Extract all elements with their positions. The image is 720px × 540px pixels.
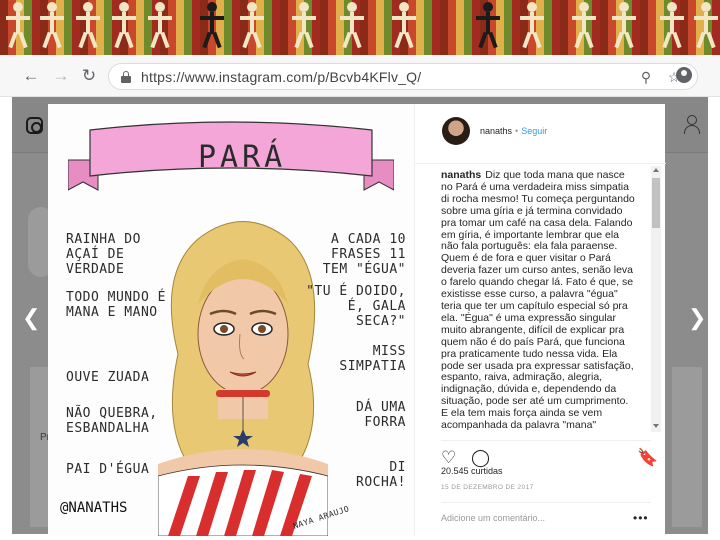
arrow-right-icon[interactable]: →	[52, 67, 70, 85]
comment-input[interactable]	[441, 513, 621, 523]
decorative-banner	[0, 0, 720, 55]
scroll-down-icon[interactable]	[653, 424, 659, 428]
caption-scrollbar[interactable]	[651, 166, 661, 432]
figure-icon	[200, 2, 224, 50]
background-thumbnail	[672, 367, 702, 527]
browser-toolbar: ← → ↻ https://www.instagram.com/p/Bcvb4K…	[0, 55, 720, 97]
phrase-right-5: DI ROCHA!	[356, 460, 406, 490]
figure-icon	[76, 2, 100, 50]
arrow-left-icon[interactable]: ←	[22, 67, 40, 85]
caption-area[interactable]: nanaths Diz que toda mana que nasce no Pa…	[441, 170, 637, 432]
caption: nanaths Diz que toda mana que nasce no Pa…	[441, 170, 637, 432]
post-sidebar: nanaths • Seguir nanaths Diz que toda mana …	[414, 104, 666, 536]
caption-text: Diz que toda mana que nasce no Pará é um…	[441, 170, 635, 432]
figure-icon	[112, 2, 136, 50]
post-header: nanaths • Seguir	[415, 104, 666, 164]
figure-icon	[292, 2, 316, 50]
figure-icon	[148, 2, 172, 50]
phrase-right-1: A CADA 10 FRASES 11 TEM "ÉGUA"	[322, 232, 406, 277]
phrase-right-4: DÁ UMA FORRA	[356, 400, 406, 430]
phrase-right-2: "TU É DOIDO, É, GALA SECA?"	[306, 284, 406, 329]
post-date: 15 DE DEZEMBRO DE 2017	[441, 484, 534, 491]
phrase-left-4: NÃO QUEBRA, ESBANDALHA	[66, 406, 158, 436]
reload-icon[interactable]: ↻	[80, 67, 98, 85]
instagram-logo-icon[interactable]	[26, 117, 43, 134]
prev-post-icon[interactable]: ❮	[22, 305, 40, 331]
figure-icon	[40, 2, 64, 50]
next-post-icon[interactable]: ❯	[688, 305, 706, 331]
phrase-right-3: MISS SIMPATIA	[339, 344, 406, 374]
phrase-left-1: RAINHA DO AÇAÍ DE VERDADE	[66, 232, 141, 277]
post-image[interactable]: PARÁ RAINHA DO AÇAÍ DE VERDADE TODO MUND…	[48, 104, 414, 536]
figure-icon	[694, 2, 718, 50]
comment-box: •••	[441, 502, 651, 532]
figure-icon	[612, 2, 636, 50]
illustration-title: PARÁ	[198, 140, 287, 175]
post-modal: PARÁ RAINHA DO AÇAÍ DE VERDADE TODO MUND…	[48, 104, 666, 536]
follow-button[interactable]: Seguir	[521, 126, 547, 136]
phrase-left-3: OUVE ZUADA	[66, 370, 150, 385]
likes-count[interactable]: 20.545 curtidas	[441, 466, 503, 476]
user-icon[interactable]	[684, 115, 700, 135]
scroll-up-icon[interactable]	[653, 168, 659, 172]
zoom-icon[interactable]: ⚲	[637, 68, 655, 86]
figure-icon	[392, 2, 416, 50]
lock-icon	[121, 71, 131, 83]
figure-icon	[572, 2, 596, 50]
owner-username[interactable]: nanaths	[480, 126, 512, 136]
figure-icon	[6, 2, 30, 50]
comment-icon[interactable]: ◯	[471, 449, 490, 467]
artist-signature: @NANATHS	[60, 500, 128, 516]
figure-icon	[520, 2, 544, 50]
bookmark-icon[interactable]: 🔖	[637, 449, 658, 467]
url-text[interactable]: https://www.instagram.com/p/Bcvb4KFlv_Q/	[141, 69, 421, 85]
figure-icon	[240, 2, 264, 50]
post-actions: ♡ ◯ 🔖	[441, 440, 658, 467]
heart-icon[interactable]: ♡	[441, 449, 456, 467]
caption-username[interactable]: nanaths	[441, 170, 481, 181]
address-bar[interactable]: https://www.instagram.com/p/Bcvb4KFlv_Q/…	[108, 63, 698, 90]
figure-icon	[660, 2, 684, 50]
scroll-thumb[interactable]	[652, 178, 660, 228]
avatar[interactable]	[442, 117, 470, 145]
figure-icon	[340, 2, 364, 50]
phrase-left-2: TODO MUNDO É MANA E MANO	[66, 290, 166, 320]
separator: •	[515, 126, 519, 136]
more-options-icon[interactable]: •••	[633, 511, 649, 525]
phrase-left-5: PAI D'ÉGUA	[66, 462, 150, 477]
post-owner: nanaths • Seguir	[480, 126, 547, 136]
figure-icon	[476, 2, 500, 50]
account-icon[interactable]	[676, 67, 692, 83]
